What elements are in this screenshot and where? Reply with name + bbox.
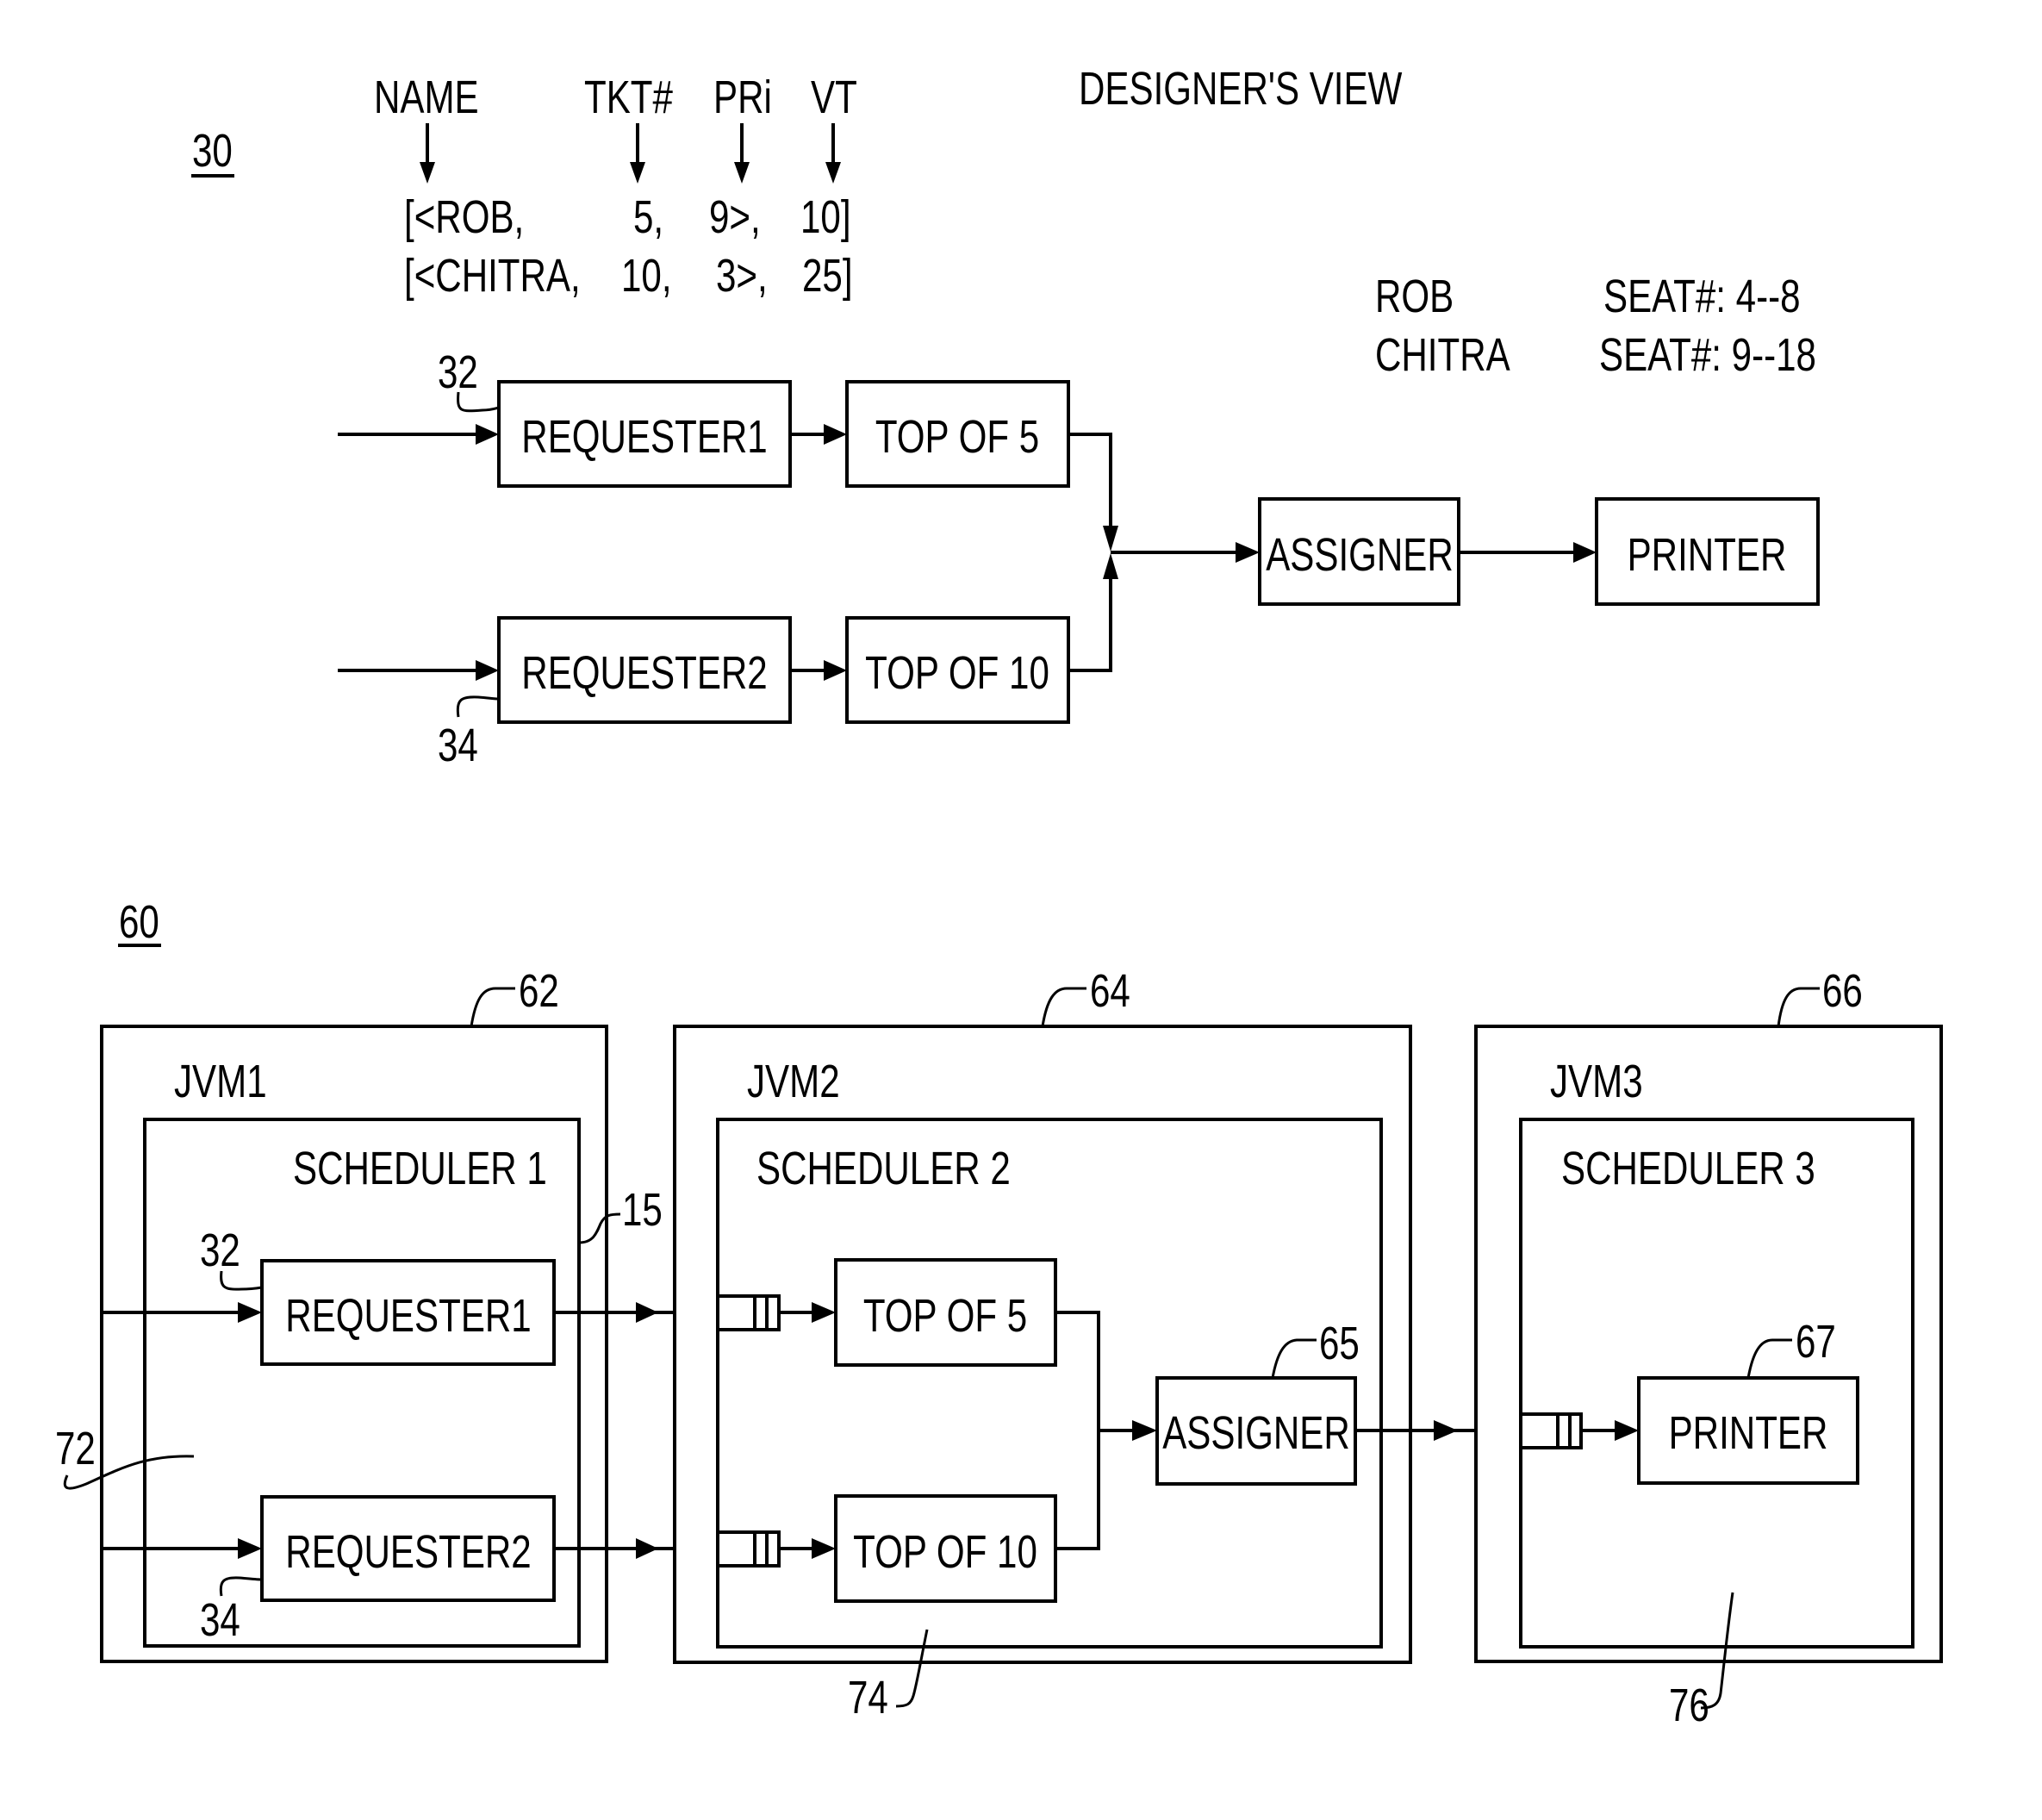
assigner-node: ASSIGNER (1155, 1376, 1357, 1486)
assigner-node: ASSIGNER (1258, 497, 1460, 606)
tuple-ticket: 10, (621, 250, 672, 302)
requester1-label: REQUESTER1 (285, 1290, 531, 1342)
seat-name: ROB (1375, 271, 1454, 322)
tuple-vt: 25] (802, 250, 853, 302)
assigner-label: ASSIGNER (1266, 529, 1454, 581)
scheduler1-label: SCHEDULER 1 (293, 1143, 547, 1194)
arrowhead-icon (476, 660, 499, 681)
arrowhead-icon (1103, 526, 1118, 552)
top-of-5-label: TOP OF 5 (875, 411, 1039, 463)
requester1-node: REQUESTER1 (260, 1259, 556, 1366)
seat-name: CHITRA (1375, 329, 1510, 381)
patent-figure: 30 DESIGNER'S VIEW NAME TKT# PRi VT [<RO… (55, 63, 1943, 1731)
printer-node: PRINTER (1595, 497, 1820, 606)
designers-view-title: DESIGNER'S VIEW (1079, 63, 1403, 115)
requester2-node: REQUESTER2 (260, 1495, 556, 1602)
top-of-5-node: TOP OF 5 (834, 1258, 1057, 1367)
seat-range: SEAT#: 4--8 (1603, 271, 1801, 322)
ref-74: 74 (848, 1672, 888, 1723)
header-ticket-number: TKT# (584, 72, 673, 123)
ref-67: 67 (1796, 1316, 1836, 1368)
merge-connector (1068, 577, 1112, 672)
top-of-5-label: TOP OF 5 (863, 1290, 1027, 1342)
seat-assignment: CHITRA SEAT#: 9--18 (1375, 329, 1816, 381)
ref-15: 15 (622, 1184, 663, 1236)
arrowhead-icon (824, 424, 847, 445)
leader-line (1041, 987, 1086, 1027)
jvm1-label: JVM1 (174, 1056, 267, 1107)
jvm3-label: JVM3 (1550, 1056, 1643, 1107)
tuple-ticket: 5, (633, 191, 663, 243)
ref-76: 76 (1669, 1680, 1709, 1731)
figure-60: 60 JVM1 62 SCHEDULER 1 15 REQUESTER1 32 (55, 896, 1943, 1731)
requester2-label: REQUESTER2 (521, 647, 767, 699)
leader-line (470, 987, 515, 1027)
top-of-10-node: TOP OF 10 (834, 1494, 1057, 1603)
figure-30-ref-label: 30 (192, 125, 233, 177)
queue-icon (716, 1530, 781, 1568)
requester2-node: REQUESTER2 (497, 616, 792, 724)
scheduler3-label: SCHEDULER 3 (1561, 1143, 1815, 1194)
arrowhead-icon (825, 162, 841, 184)
ref-72: 72 (55, 1423, 96, 1474)
requester1-label: REQUESTER1 (521, 411, 767, 463)
header-priority: PRi (713, 72, 772, 123)
seat-range: SEAT#: 9--18 (1599, 329, 1816, 381)
arrowhead-icon (1434, 1420, 1458, 1441)
figure-30: 30 DESIGNER'S VIEW NAME TKT# PRi VT [<RO… (191, 63, 1820, 771)
top-of-5-node: TOP OF 5 (845, 380, 1070, 488)
assigner-label: ASSIGNER (1162, 1407, 1350, 1459)
tuple-row: [<ROB, 5, 9>, 10] (404, 191, 851, 243)
tuple-vt: 10] (800, 191, 851, 243)
arrowhead-icon (824, 660, 847, 681)
ref-62: 62 (519, 965, 559, 1017)
queue-icon (1519, 1412, 1583, 1449)
arrowhead-icon (1236, 542, 1260, 563)
ref-64: 64 (1090, 965, 1130, 1017)
ref-34: 34 (200, 1594, 240, 1646)
arrowhead-icon (734, 162, 750, 184)
ref-32: 32 (200, 1225, 240, 1276)
header-name: NAME (374, 72, 479, 123)
queue-icon (716, 1294, 781, 1331)
header-arrows (420, 123, 841, 184)
scheduler2-label: SCHEDULER 2 (756, 1143, 1011, 1194)
arrowhead-icon (1573, 542, 1597, 563)
tuple-priority: 9>, (709, 191, 761, 243)
jvm2-label: JVM2 (747, 1056, 840, 1107)
leader-line (1777, 987, 1820, 1027)
merge-connector (1068, 433, 1112, 527)
header-vt: VT (811, 72, 857, 123)
figure-60-ref-label: 60 (119, 896, 159, 948)
arrowhead-icon (636, 1302, 658, 1323)
tuple-row: [<CHITRA, 10, 3>, 25] (404, 250, 853, 302)
ref-32: 32 (438, 346, 478, 398)
jvm3-container: JVM3 66 SCHEDULER 3 (1474, 965, 1943, 1663)
top-of-10-label: TOP OF 10 (853, 1526, 1037, 1578)
tuple-priority: 3>, (716, 250, 768, 302)
arrowhead-icon (636, 1538, 658, 1559)
requester2-label: REQUESTER2 (285, 1526, 531, 1578)
ref-34: 34 (438, 720, 478, 771)
leader-line (456, 695, 500, 718)
printer-node: PRINTER (1637, 1376, 1859, 1485)
arrowhead-icon (630, 162, 645, 184)
tuple-name: [<ROB, (404, 191, 524, 243)
tuple-name: [<CHITRA, (404, 250, 581, 302)
top-of-10-label: TOP OF 10 (865, 647, 1049, 699)
arrowhead-icon (476, 424, 499, 445)
ref-66: 66 (1822, 965, 1863, 1017)
arrowhead-icon (420, 162, 435, 184)
printer-label: PRINTER (1669, 1407, 1828, 1459)
ref-65: 65 (1319, 1318, 1360, 1369)
top-of-10-node: TOP OF 10 (845, 616, 1070, 724)
seat-assignment: ROB SEAT#: 4--8 (1375, 271, 1801, 322)
arrowhead-icon (1103, 553, 1118, 579)
printer-label: PRINTER (1628, 529, 1787, 581)
requester1-node: REQUESTER1 (497, 380, 792, 488)
